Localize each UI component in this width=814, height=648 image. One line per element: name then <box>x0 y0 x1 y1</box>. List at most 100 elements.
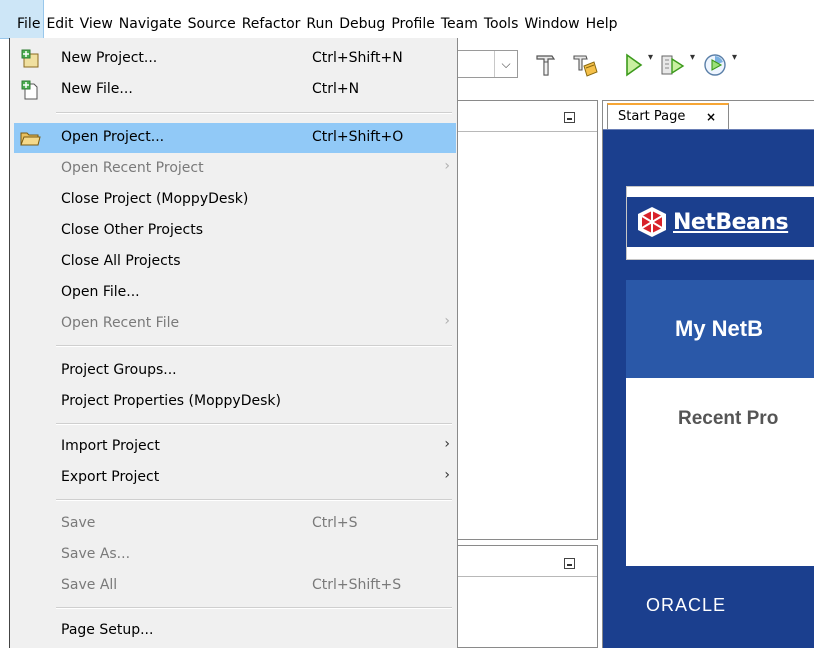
menu-item-label: Save As... <box>61 546 131 562</box>
menu-item-save-as[interactable]: Save As... <box>14 540 456 570</box>
menu-separator <box>56 607 452 609</box>
menu-item-label: Open Recent File <box>61 315 180 331</box>
file-menu-dropdown: New Project... Ctrl+Shift+N New File... … <box>10 38 458 648</box>
tab-label: Start Page <box>618 109 686 124</box>
menu-item-label: Close All Projects <box>61 253 181 269</box>
menu-item-shortcut: Ctrl+Shift+S <box>312 577 402 593</box>
menu-item-label: Project Groups... <box>61 362 177 378</box>
run-icon[interactable] <box>618 50 648 80</box>
menu-item-label: New File... <box>61 81 133 97</box>
menu-item-label: Open Recent Project <box>61 160 204 176</box>
menu-edit[interactable]: Edit <box>43 0 76 38</box>
navigator-panel-header <box>458 546 597 577</box>
menu-item-new-file[interactable]: New File... Ctrl+N <box>14 75 456 105</box>
menu-item-close-all-projects[interactable]: Close All Projects <box>14 247 456 277</box>
submenu-arrow-icon: › <box>444 313 450 329</box>
new-file-icon <box>21 80 38 100</box>
menu-file[interactable]: File <box>0 0 45 39</box>
menu-debug[interactable]: Debug <box>336 0 388 38</box>
menu-bar: File Edit View Navigate Source Refactor … <box>0 0 814 39</box>
menu-source[interactable]: Source <box>185 0 239 38</box>
menu-item-label: New Project... <box>61 50 158 66</box>
build-hammer-icon[interactable] <box>532 50 562 80</box>
menu-item-open-file[interactable]: Open File... <box>14 278 456 308</box>
menu-item-import-project[interactable]: Import Project › <box>14 432 456 462</box>
oracle-footer: ORACLE <box>626 566 814 644</box>
toolbar: ⌵ ▾ ▾ ▾ <box>458 44 814 90</box>
new-project-icon <box>21 49 39 68</box>
menu-help[interactable]: Help <box>583 0 621 38</box>
submenu-arrow-icon: › <box>444 436 450 452</box>
my-netbeans-heading: My NetB <box>675 316 764 341</box>
my-netbeans-heading-bar: My NetB <box>626 280 814 378</box>
navigator-panel <box>458 545 598 648</box>
submenu-arrow-icon: › <box>444 158 450 174</box>
menu-item-page-setup[interactable]: Page Setup... <box>14 616 456 646</box>
netbeans-logo[interactable]: NetBeans <box>627 197 814 247</box>
menu-tools[interactable]: Tools <box>481 0 522 38</box>
menu-separator <box>56 345 452 347</box>
menu-item-label: Page Setup... <box>61 622 154 638</box>
menu-item-shortcut: Ctrl+Shift+N <box>312 50 403 66</box>
menu-navigate[interactable]: Navigate <box>116 0 185 38</box>
netbeans-logo-text: NetBeans <box>673 209 789 235</box>
debug-icon[interactable] <box>658 50 688 80</box>
open-project-icon <box>20 132 41 146</box>
menu-view[interactable]: View <box>77 0 116 38</box>
menu-item-label: Open Project... <box>61 129 165 145</box>
netbeans-logo-card: NetBeans <box>626 186 814 260</box>
menu-item-label: Export Project <box>61 469 160 485</box>
start-page: NetBeans My NetB Recent Pro ORACLE <box>603 129 814 648</box>
submenu-arrow-icon: › <box>444 467 450 483</box>
run-dropdown-icon[interactable]: ▾ <box>648 52 658 63</box>
menu-refactor[interactable]: Refactor <box>239 0 304 38</box>
menu-separator <box>56 499 452 501</box>
menu-item-shortcut: Ctrl+N <box>312 81 360 97</box>
menu-item-new-project[interactable]: New Project... Ctrl+Shift+N <box>14 44 456 74</box>
menu-item-shortcut: Ctrl+S <box>312 515 358 531</box>
projects-panel-header <box>458 101 597 132</box>
chevron-down-icon: ⌵ <box>501 56 511 71</box>
debug-dropdown-icon[interactable]: ▾ <box>690 52 700 63</box>
menu-profile[interactable]: Profile <box>388 0 438 38</box>
menu-item-close-other-projects[interactable]: Close Other Projects <box>14 216 456 246</box>
menu-item-label: Project Properties (MoppyDesk) <box>61 393 281 409</box>
menu-item-label: Close Project (MoppyDesk) <box>61 191 249 207</box>
clean-build-icon[interactable] <box>570 50 600 80</box>
menu-window[interactable]: Window <box>521 0 582 38</box>
menu-team[interactable]: Team <box>438 0 481 38</box>
menu-item-label: Open File... <box>61 284 140 300</box>
menu-item-project-groups[interactable]: Project Groups... <box>14 356 456 386</box>
tab-start-page[interactable]: Start Page × <box>607 103 729 130</box>
profile-dropdown-icon[interactable]: ▾ <box>732 52 742 63</box>
oracle-logo[interactable]: ORACLE <box>646 595 726 616</box>
menu-item-label: Save All <box>61 577 118 593</box>
menu-item-project-properties[interactable]: Project Properties (MoppyDesk) <box>14 387 456 417</box>
menu-item-shortcut: Ctrl+Shift+O <box>312 129 404 145</box>
menu-item-open-project[interactable]: Open Project... Ctrl+Shift+O <box>14 123 456 153</box>
minimize-window-icon[interactable] <box>564 112 575 123</box>
menu-item-close-project[interactable]: Close Project (MoppyDesk) <box>14 185 456 215</box>
recent-projects-heading: Recent Pro <box>678 408 779 429</box>
close-icon[interactable]: × <box>706 110 716 124</box>
projects-panel <box>458 100 598 540</box>
menu-item-save-all[interactable]: Save All Ctrl+Shift+S <box>14 571 456 601</box>
menu-item-save[interactable]: Save Ctrl+S <box>14 509 456 539</box>
start-page-banner <box>603 130 814 187</box>
menu-separator <box>56 423 452 425</box>
menu-item-export-project[interactable]: Export Project › <box>14 463 456 493</box>
recent-projects-section: Recent Pro <box>626 378 814 566</box>
menu-item-open-recent-file[interactable]: Open Recent File › <box>14 309 456 339</box>
menu-separator <box>56 112 452 114</box>
menu-item-label: Save <box>61 515 96 531</box>
menu-run[interactable]: Run <box>303 0 336 38</box>
netbeans-cube-icon <box>638 207 666 237</box>
editor-area: Start Page × NetBeans My NetB Recent Pro… <box>602 100 814 648</box>
minimize-window-icon[interactable] <box>564 558 575 569</box>
configuration-combo[interactable]: ⌵ <box>458 50 518 78</box>
menu-item-label: Import Project <box>61 438 160 454</box>
netbeans-window: File Edit View Navigate Source Refactor … <box>0 0 814 648</box>
menu-item-open-recent-project[interactable]: Open Recent Project › <box>14 154 456 184</box>
profile-icon[interactable] <box>700 50 730 80</box>
combo-dropdown-button[interactable]: ⌵ <box>494 51 517 77</box>
